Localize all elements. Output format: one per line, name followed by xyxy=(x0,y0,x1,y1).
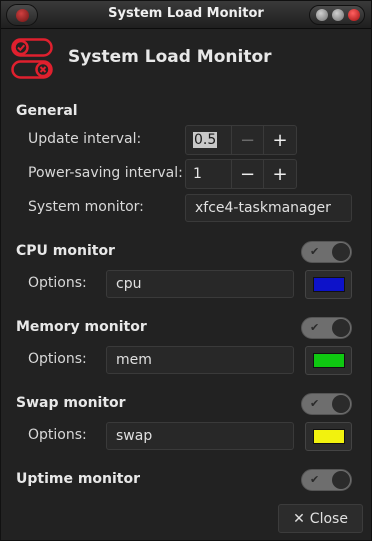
uptime-monitor-toggle[interactable]: ✔ xyxy=(301,469,352,491)
close-window-button[interactable] xyxy=(348,9,360,21)
update-interval-input[interactable]: 0.5 xyxy=(186,126,232,154)
update-interval-increment-button[interactable]: + xyxy=(264,126,296,154)
general-section-title: General xyxy=(16,103,78,119)
swap-color-swatch xyxy=(313,429,345,444)
toggle-knob xyxy=(332,243,350,261)
update-interval-spinner: 0.5 − + xyxy=(185,125,297,155)
cpu-color-button[interactable] xyxy=(305,270,352,299)
swap-monitor-title: Swap monitor xyxy=(16,395,126,411)
maximize-button[interactable] xyxy=(332,9,344,21)
power-saving-interval-label: Power-saving interval: xyxy=(28,165,183,181)
check-icon: ✔ xyxy=(310,473,320,486)
close-button-label: Close xyxy=(309,510,348,527)
memory-monitor-title: Memory monitor xyxy=(16,319,147,335)
cpu-color-swatch xyxy=(313,277,345,292)
memory-options-label: Options: xyxy=(28,351,87,367)
swap-monitor-toggle[interactable]: ✔ xyxy=(301,393,352,415)
swap-options-label: Options: xyxy=(28,427,87,443)
system-monitor-label: System monitor: xyxy=(28,199,144,215)
cpu-options-input[interactable]: cpu xyxy=(106,270,294,298)
close-button[interactable]: ✕ Close xyxy=(278,504,363,533)
memory-color-swatch xyxy=(313,353,345,368)
power-saving-interval-increment-button[interactable]: + xyxy=(264,160,296,188)
settings-window: System Load Monitor System Load Monitor … xyxy=(0,0,372,541)
toggle-switches-icon xyxy=(11,38,53,79)
system-monitor-input[interactable]: xfce4-taskmanager xyxy=(185,194,352,222)
memory-options-input[interactable]: mem xyxy=(106,346,294,374)
page-title: System Load Monitor xyxy=(68,47,272,67)
check-icon: ✔ xyxy=(310,321,320,334)
update-interval-label: Update interval: xyxy=(28,131,142,147)
window-controls xyxy=(309,5,365,25)
toggle-knob xyxy=(332,319,350,337)
update-interval-decrement-button[interactable]: − xyxy=(232,126,264,154)
minimize-button[interactable] xyxy=(316,9,328,21)
uptime-monitor-title: Uptime monitor xyxy=(16,471,141,487)
power-saving-interval-decrement-button[interactable]: − xyxy=(232,160,264,188)
toggle-knob xyxy=(332,471,350,489)
close-icon: ✕ xyxy=(293,510,305,527)
title-bar[interactable]: System Load Monitor xyxy=(1,1,371,29)
power-saving-interval-input[interactable]: 1 xyxy=(186,160,232,188)
check-icon: ✔ xyxy=(310,397,320,410)
memory-monitor-toggle[interactable]: ✔ xyxy=(301,317,352,339)
cpu-monitor-title: CPU monitor xyxy=(16,243,115,259)
check-icon: ✔ xyxy=(310,245,320,258)
swap-color-button[interactable] xyxy=(305,422,352,451)
power-saving-interval-spinner: 1 − + xyxy=(185,159,297,189)
toggle-knob xyxy=(332,395,350,413)
swap-options-input[interactable]: swap xyxy=(106,422,294,450)
cpu-monitor-toggle[interactable]: ✔ xyxy=(301,241,352,263)
cpu-options-label: Options: xyxy=(28,275,87,291)
memory-color-button[interactable] xyxy=(305,346,352,375)
